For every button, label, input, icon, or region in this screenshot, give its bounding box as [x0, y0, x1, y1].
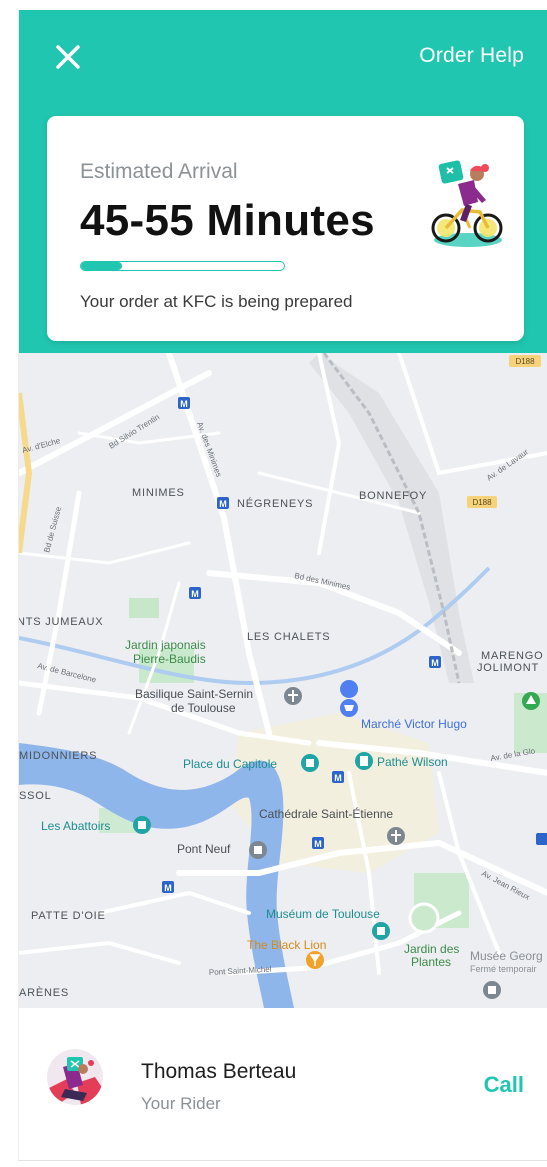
close-button[interactable] — [53, 42, 83, 72]
map-label-ferme: Fermé temporair — [470, 964, 537, 974]
estimated-arrival-label: Estimated Arrival — [80, 160, 238, 183]
map-label-jardin-japonais: Jardin japonais — [125, 638, 206, 652]
map-label-jolimont: JOLIMONT — [477, 662, 539, 674]
order-tracking-screen: Order Help Estimated Arrival 45-55 Minut… — [18, 10, 547, 1161]
order-help-link[interactable]: Order Help — [419, 44, 524, 68]
map-label-museum: Muséum de Toulouse — [266, 907, 380, 921]
map-label-patte-doie: PATTE D'OIE — [31, 910, 106, 922]
delivery-map[interactable]: D188 D188 M M M M M M M MINIMES NÉGRENEY… — [19, 353, 547, 1008]
metro-icon: M — [180, 399, 188, 409]
rider-panel: Thomas Berteau Your Rider Call — [19, 1008, 547, 1160]
map-label-place-du-capitole: Place du Capitole — [183, 757, 277, 771]
map-label-bonnefoy: BONNEFOY — [359, 490, 427, 502]
map-label-minimes: MINIMES — [132, 487, 185, 499]
map-label-marche-victor-hugo: Marché Victor Hugo — [361, 717, 467, 731]
road-shield-label: D188 — [515, 357, 535, 366]
delivery-bike-icon — [431, 160, 503, 247]
metro-icon: M — [314, 839, 322, 849]
map-label-ssol: SSOL — [19, 790, 52, 802]
map-park — [129, 598, 159, 618]
map-roundabout — [408, 902, 440, 934]
poi-pin-museum[interactable] — [372, 922, 390, 940]
order-progress-fill — [81, 262, 122, 270]
poi-pin-musee-georges[interactable] — [483, 981, 501, 999]
map-label-pathe-wilson: Pathé Wilson — [377, 755, 448, 769]
map-label-de-toulouse: de Toulouse — [171, 701, 236, 715]
poi-pin-capitole[interactable] — [301, 754, 319, 772]
map-label-pont-neuf: Pont Neuf — [177, 842, 231, 856]
arrival-card: Estimated Arrival 45-55 Minutes Your ord… — [47, 116, 524, 341]
order-status-text: Your order at KFC is being prepared — [80, 292, 353, 311]
tracking-header: Order Help Estimated Arrival 45-55 Minut… — [19, 10, 547, 353]
metro-icon: M — [164, 883, 172, 893]
map-label-musee-georges: Musée Georg — [470, 949, 543, 963]
map-label-marengo: MARENGO — [481, 650, 543, 662]
poi-pin-basilique[interactable] — [284, 687, 302, 705]
rider-avatar — [47, 1049, 103, 1105]
map-label-les-chalets: LES CHALETS — [247, 631, 330, 643]
map-label-pierre-baudis: Pierre-Baudis — [133, 652, 206, 666]
metro-icon: M — [334, 773, 342, 783]
rider-name: Thomas Berteau — [141, 1060, 297, 1083]
call-rider-button[interactable]: Call — [484, 1072, 524, 1098]
poi-pin-black-lion[interactable] — [306, 951, 324, 969]
poi-pin-park[interactable] — [522, 692, 540, 710]
map-label-basilique: Basilique Saint-Sernin — [135, 687, 253, 701]
map-label-jumeaux: NTS JUMEAUX — [19, 616, 103, 628]
map-label-negreneys: NÉGRENEYS — [237, 497, 313, 510]
map-label-cathedrale: Cathédrale Saint-Étienne — [259, 806, 393, 821]
rider-role: Your Rider — [141, 1094, 221, 1113]
road-shield-label: D188 — [472, 498, 492, 507]
rider-avatar-icon — [47, 1049, 103, 1105]
arrival-time: 45-55 Minutes — [80, 196, 375, 245]
poi-pin-pont-neuf[interactable] — [249, 841, 267, 859]
map-label-midonniers: MIDONNIERS — [19, 750, 97, 762]
map-label-les-abattoirs: Les Abattoirs — [41, 819, 110, 833]
poi-pin-cathedrale[interactable] — [387, 827, 405, 845]
map-label-black-lion: The Black Lion — [247, 938, 326, 952]
map-label-jardin-des: Jardin des — [404, 942, 459, 956]
map-label-arenes: ARÈNES — [19, 986, 69, 999]
close-icon — [56, 45, 80, 69]
map-label-plantes: Plantes — [411, 955, 451, 969]
metro-icon: M — [219, 499, 227, 509]
metro-icon: M — [431, 658, 439, 668]
poi-pin-pathe[interactable] — [355, 752, 373, 770]
metro-icon: M — [191, 589, 199, 599]
poi-pin-abattoirs[interactable] — [133, 816, 151, 834]
order-progress-bar — [80, 261, 285, 271]
